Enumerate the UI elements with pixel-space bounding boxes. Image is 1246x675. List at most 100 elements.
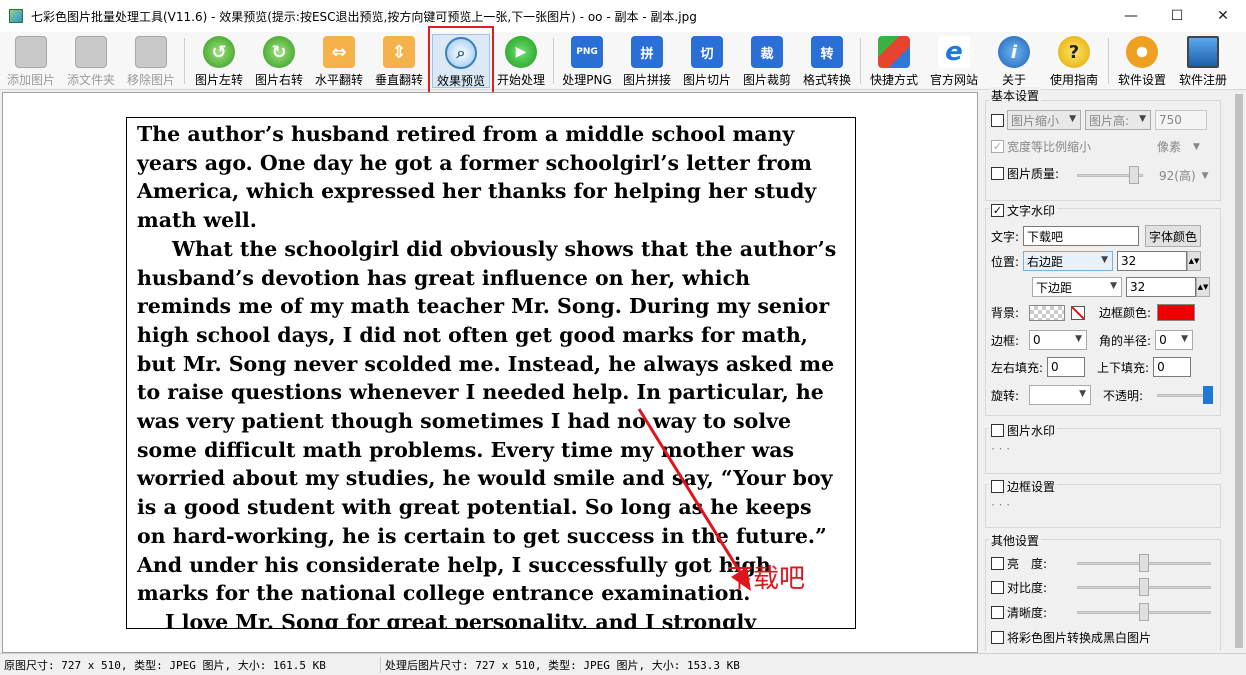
- ie-browser-icon: e: [938, 36, 970, 68]
- brightness-row: 亮 度:: [991, 555, 1047, 572]
- brightness-slider[interactable]: [1077, 553, 1211, 573]
- position-y-row: 下边距 ▼ 32 ▲▼: [1032, 277, 1210, 297]
- height-select[interactable]: 图片高: ▼: [1085, 110, 1151, 130]
- position-x-select[interactable]: 右边距 ▼: [1023, 251, 1114, 271]
- contrast-slider[interactable]: [1077, 577, 1211, 597]
- position-y-input[interactable]: 32: [1126, 277, 1196, 297]
- register-button[interactable]: 软件注册: [1174, 34, 1232, 88]
- radius-select[interactable]: 0 ▼: [1155, 330, 1194, 350]
- pad-lr-label: 左右填充:: [991, 360, 1044, 375]
- title-bar: 七彩色图片批量处理工具(V11.6) - 效果预览(提示:按ESC退出预览,按方…: [0, 0, 1246, 32]
- sharpness-row: 清晰度:: [991, 604, 1047, 621]
- border-color-swatch[interactable]: [1157, 304, 1196, 321]
- grayscale-checkbox[interactable]: [991, 631, 1004, 644]
- keep-ratio-checkbox[interactable]: ✓: [991, 140, 1004, 153]
- format-convert-button[interactable]: 转 格式转换: [798, 34, 856, 88]
- chevron-down-icon: ▼: [1201, 170, 1209, 181]
- position-label: 位置:: [991, 254, 1020, 269]
- preview-canvas[interactable]: The author’s husband retired from a midd…: [2, 92, 978, 653]
- radius-value: 0: [1159, 333, 1167, 347]
- close-button[interactable]: ✕: [1200, 0, 1246, 32]
- background-label: 背景:: [991, 306, 1020, 320]
- quality-value-row: 92(高) ▼: [1159, 167, 1209, 184]
- keep-ratio-row: ✓ 宽度等比例缩小 像素 ▼: [991, 138, 1200, 155]
- shrink-row: 图片缩小 ▼ 图片高: ▼ 750: [991, 110, 1207, 130]
- sharpness-label: 清晰度:: [1007, 606, 1048, 620]
- border-label: 边框:: [991, 333, 1020, 348]
- quality-label: 图片质量:: [1007, 167, 1060, 181]
- shrink-select[interactable]: 图片缩小 ▼: [1007, 110, 1081, 130]
- pad-tb-input[interactable]: 0: [1153, 357, 1192, 377]
- radius-label: 角的半径:: [1099, 333, 1152, 348]
- text-watermark-checkbox[interactable]: ✓: [991, 204, 1004, 217]
- slider-thumb[interactable]: [1203, 386, 1213, 404]
- panel-scrollbar[interactable]: [1232, 92, 1246, 653]
- unit-select[interactable]: 像素: [1157, 138, 1181, 155]
- height-input[interactable]: 750: [1155, 110, 1207, 130]
- chevron-down-icon: ▼: [1075, 334, 1083, 344]
- settings-panel: 基本设置 图片缩小 ▼ 图片高: ▼ 750 ✓ 宽度等比例缩小 像素 ▼ 图片质量…: [983, 87, 1231, 653]
- register-monitor-icon: [1187, 36, 1219, 68]
- other-settings-title: 其他设置: [989, 532, 1042, 549]
- maximize-button[interactable]: ☐: [1154, 0, 1200, 32]
- flip-vertical-button[interactable]: ⇕ 垂直翻转: [370, 34, 428, 88]
- sharpness-checkbox[interactable]: [991, 606, 1004, 619]
- shrink-checkbox[interactable]: [991, 113, 1004, 127]
- toolbar-label: 移除图片: [126, 73, 175, 87]
- border-select[interactable]: 0 ▼: [1029, 330, 1088, 350]
- toolbar-label: 软件注册: [1178, 73, 1227, 87]
- quality-slider[interactable]: [1077, 165, 1143, 185]
- info-icon: i: [998, 36, 1030, 68]
- sharpness-slider[interactable]: [1077, 602, 1211, 622]
- border-settings-title-row: 边框设置: [989, 478, 1058, 495]
- slider-thumb[interactable]: [1139, 554, 1149, 572]
- scrollbar-thumb[interactable]: [1235, 94, 1243, 648]
- brightness-checkbox[interactable]: [991, 557, 1004, 570]
- shortcut-cubes-icon: [878, 36, 910, 68]
- contrast-checkbox[interactable]: [991, 581, 1004, 594]
- background-row: 背景: 边框颜色:: [991, 304, 1196, 321]
- border-settings-title: 边框设置: [1007, 480, 1056, 494]
- position-y-select[interactable]: 下边距 ▼: [1032, 277, 1122, 297]
- original-image-info: 原图尺寸: 727 x 510, 类型: JPEG 图片, 大小: 161.5 …: [4, 658, 326, 672]
- pad-lr-input[interactable]: 0: [1047, 357, 1086, 377]
- clear-background-icon[interactable]: [1071, 305, 1086, 320]
- quality-checkbox[interactable]: [991, 167, 1004, 180]
- opacity-slider[interactable]: [1157, 385, 1213, 405]
- image-watermark-checkbox[interactable]: [991, 424, 1004, 437]
- start-processing-button[interactable]: ▶ 开始处理: [492, 34, 550, 88]
- software-settings-button[interactable]: 软件设置: [1113, 34, 1171, 88]
- position-x-value: 右边距: [1027, 254, 1064, 269]
- stitch-icon: 拼: [631, 36, 663, 68]
- rotate-select[interactable]: ▼: [1029, 385, 1092, 405]
- position-x-row: 位置: 右边距 ▼ 32 ▲▼: [991, 251, 1202, 271]
- font-color-button[interactable]: 字体颜色: [1145, 225, 1202, 247]
- border-settings-checkbox[interactable]: [991, 480, 1004, 493]
- rotate-row: 旋转: ▼ 不透明:: [991, 385, 1143, 405]
- pad-tb-label: 上下填充:: [1097, 360, 1150, 375]
- slider-thumb[interactable]: [1139, 578, 1149, 596]
- text-watermark-title: 文字水印: [1007, 204, 1056, 218]
- chevron-down-icon: ▼: [1079, 389, 1087, 399]
- help-icon: ?: [1058, 36, 1090, 68]
- height-select-value: 图片高:: [1089, 113, 1130, 128]
- spin-buttons[interactable]: ▲▼: [1187, 251, 1202, 271]
- border-value: 0: [1033, 333, 1041, 347]
- text-watermark-title-row: ✓ 文字水印: [989, 202, 1058, 219]
- remove-image-button[interactable]: 移除图片: [122, 34, 180, 88]
- chevron-down-icon: ▼: [1139, 114, 1146, 124]
- slider-thumb[interactable]: [1139, 603, 1149, 621]
- user-guide-button[interactable]: ? 使用指南: [1045, 34, 1103, 88]
- spin-buttons[interactable]: ▲▼: [1196, 277, 1210, 297]
- quality-value: 92(高): [1159, 169, 1196, 183]
- rotate-left-icon: ↺: [203, 36, 235, 68]
- toolbar-label: 使用指南: [1049, 73, 1098, 87]
- position-x-input[interactable]: 32: [1117, 251, 1188, 271]
- background-swatch[interactable]: [1029, 304, 1066, 321]
- quality-row: 图片质量:: [991, 165, 1059, 182]
- slider-thumb[interactable]: [1129, 166, 1139, 184]
- wm-text-input[interactable]: 下载吧: [1023, 226, 1140, 246]
- minimize-button[interactable]: —: [1108, 0, 1154, 32]
- toolbar: 添加图片 添文件夹 移除图片 ↺ 图片左转 ↻ 图片右转 ⇔ 水平翻转 ⇕ 垂直…: [0, 32, 1246, 90]
- opacity-label: 不透明:: [1103, 388, 1144, 403]
